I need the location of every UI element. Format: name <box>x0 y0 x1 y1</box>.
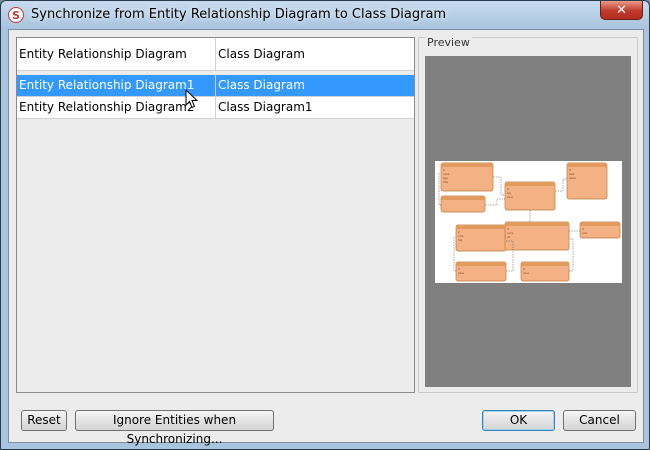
close-icon: ✕ <box>616 2 627 18</box>
svg-text:name: name <box>507 232 514 235</box>
preview-panel: Preview id name type date id key value i… <box>418 36 638 393</box>
svg-text:value: value <box>507 196 514 199</box>
table-empty-area <box>17 119 414 392</box>
svg-text:date: date <box>443 181 449 184</box>
svg-text:label: label <box>569 173 575 176</box>
svg-text:status: status <box>569 177 577 180</box>
diagram-mapping-table: Entity Relationship Diagram Class Diagra… <box>16 37 415 393</box>
window-title: Synchronize from Entity Relationship Dia… <box>31 7 447 22</box>
preview-canvas: id name type date id key value id label status … <box>425 56 631 387</box>
svg-text:value: value <box>523 272 530 275</box>
table-row[interactable]: Entity Relationship Diagram1 Class Diagr… <box>17 75 414 97</box>
dialog-window: S Synchronize from Entity Relationship D… <box>0 0 650 450</box>
column-header-class[interactable]: Class Diagram <box>216 38 414 70</box>
svg-text:note: note <box>582 232 588 235</box>
mouse-pointer-icon <box>185 89 199 109</box>
dialog-content: Entity Relationship Diagram Class Diagra… <box>8 29 644 446</box>
ok-button[interactable]: OK <box>482 410 555 431</box>
column-header-erd[interactable]: Entity Relationship Diagram <box>17 38 216 70</box>
svg-text:ref: ref <box>507 236 510 239</box>
svg-text:name: name <box>443 173 450 176</box>
svg-text:flag: flag <box>458 239 463 242</box>
table-header: Entity Relationship Diagram Class Diagra… <box>17 38 414 71</box>
class-diagram-cell[interactable]: Class Diagram1 <box>216 97 414 118</box>
table-row[interactable]: Entity Relationship Diagram2 Class Diagr… <box>17 97 414 119</box>
title-bar[interactable]: S Synchronize from Entity Relationship D… <box>1 1 649 29</box>
ignore-entities-button[interactable]: Ignore Entities when Synchronizing... <box>75 410 274 446</box>
close-button[interactable]: ✕ <box>600 1 643 20</box>
reset-button[interactable]: Reset <box>21 410 67 431</box>
svg-text:type: type <box>443 177 449 180</box>
preview-label: Preview <box>425 36 472 49</box>
svg-text:code: code <box>458 235 464 238</box>
cancel-button[interactable]: Cancel <box>563 410 636 431</box>
app-logo-icon: S <box>8 7 24 23</box>
class-diagram-cell[interactable]: Class Diagram <box>216 75 414 96</box>
diagram-thumbnail: idnametypedate idkeyvalue idlabelstatus … <box>435 161 622 283</box>
svg-text:value: value <box>458 272 465 275</box>
